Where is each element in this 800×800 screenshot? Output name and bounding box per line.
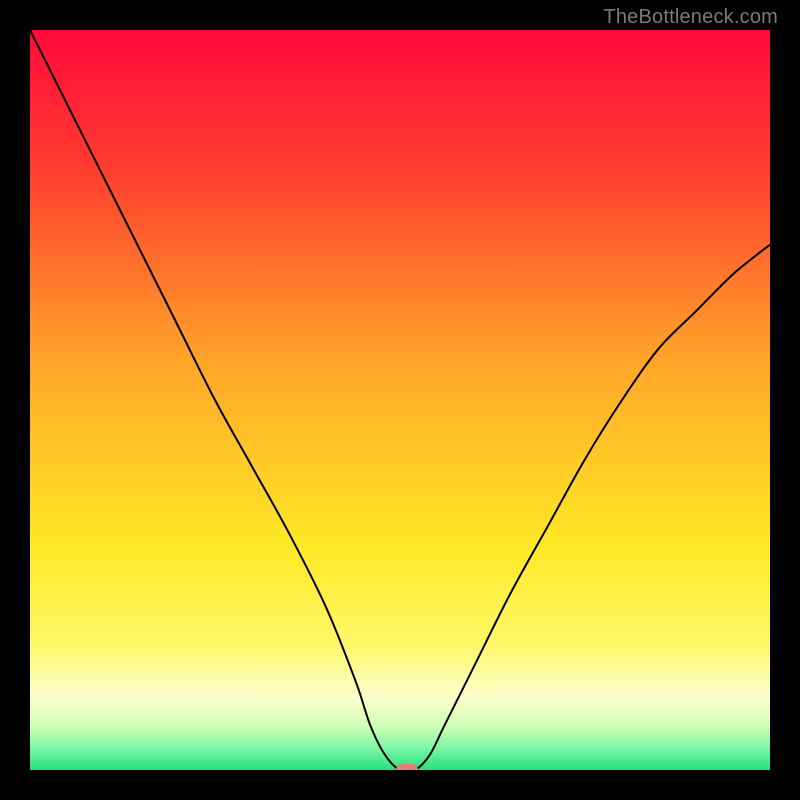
optimal-marker [396,764,418,770]
curve-svg [30,30,770,770]
chart-frame: TheBottleneck.com [0,0,800,800]
watermark-text: TheBottleneck.com [603,6,778,29]
plot-area [30,30,770,770]
bottleneck-curve [30,30,770,770]
